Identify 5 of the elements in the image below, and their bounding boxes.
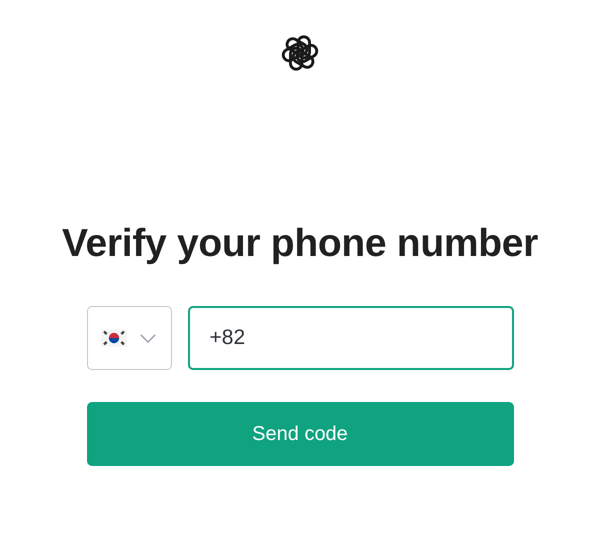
chevron-down-icon [139, 332, 157, 344]
flag-icon [101, 329, 127, 347]
phone-input-field[interactable]: +82 [188, 306, 514, 370]
country-select[interactable] [86, 306, 172, 370]
page-heading: Verify your phone number [62, 221, 538, 267]
